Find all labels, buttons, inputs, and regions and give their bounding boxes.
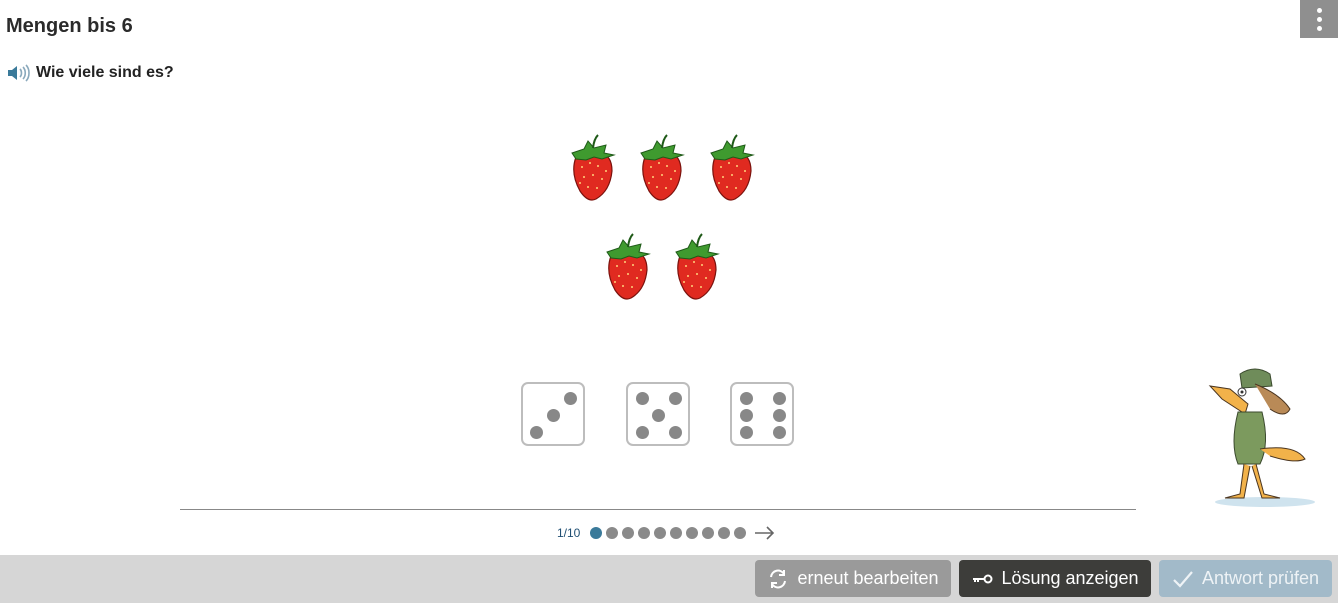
strawberry-icon [635,133,687,203]
redo-button[interactable]: erneut bearbeiten [755,560,951,597]
kebab-dot [1316,25,1322,31]
footer-toolbar: erneut bearbeiten Lösung anzeigen Antwor… [0,555,1338,603]
progress-dot[interactable] [654,527,667,539]
key-icon [973,574,993,583]
progress-dots [590,527,747,539]
show-solution-button[interactable]: Lösung anzeigen [959,560,1151,597]
die-pip [773,426,786,439]
die-pip [740,426,753,439]
progress-dot[interactable] [718,527,731,539]
die-six-icon[interactable] [730,382,794,446]
die-pip [773,409,786,422]
progress-count: 1/10 [557,526,581,540]
page-title: Mengen bis 6 [6,15,133,37]
die-five-icon[interactable] [626,382,690,446]
die-pip [740,392,753,405]
progress-dot[interactable] [702,527,715,539]
solution-label: Lösung anzeigen [1001,568,1139,588]
kebab-dot [1316,16,1322,22]
redo-label: erneut bearbeiten [797,568,939,588]
die-pip [669,392,682,405]
speaker-icon[interactable] [6,64,30,82]
check-answer-button[interactable]: Antwort prüfen [1159,560,1332,597]
arrow-right-icon[interactable] [754,526,776,540]
die-three-icon[interactable] [521,382,585,446]
strawberry-icon [705,133,757,203]
checkmark-icon [1173,570,1193,588]
refresh-icon [770,569,787,588]
strawberry-icon [566,133,618,203]
divider [180,509,1136,510]
progress-indicator: 1/10 [557,526,776,540]
strawberry-icon [670,232,722,302]
strawberry-icon [601,232,653,302]
question: Wie viele sind es? [6,64,174,82]
mascot-illustration [1208,368,1315,507]
progress-dot[interactable] [606,527,619,539]
die-pip [740,409,753,422]
more-options-button[interactable] [1300,0,1338,38]
die-pip [636,426,649,439]
kebab-menu-icon [1316,7,1322,13]
die-pip [530,426,543,439]
progress-dot[interactable] [590,527,603,539]
die-pip [652,409,665,422]
progress-dot[interactable] [638,527,651,539]
die-pip [669,426,682,439]
die-pip [636,392,649,405]
check-label: Antwort prüfen [1201,568,1320,588]
die-pip [564,392,577,405]
progress-dot[interactable] [686,527,699,539]
progress-dot[interactable] [670,527,683,539]
die-pip [547,409,560,422]
progress-dot[interactable] [622,527,635,539]
die-pip [773,392,786,405]
progress-dot[interactable] [734,527,747,539]
question-text: Wie viele sind es? [36,64,174,81]
